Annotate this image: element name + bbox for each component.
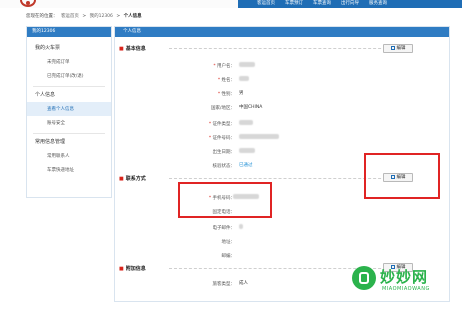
sidebar-header: 我的12306 (27, 27, 111, 37)
sidebar-item-delivery-address[interactable]: 车票快递地址 (27, 163, 111, 177)
nav-item-service[interactable]: 服务查询 (364, 0, 392, 8)
field-row-id-type: * 证件类型： (208, 122, 235, 127)
section-marker-icon: ■ (119, 266, 124, 272)
breadcrumb: 您现在的位置： 客运首页 > 我的12306 > 个人信息 (26, 13, 144, 19)
name-value (239, 76, 249, 82)
sidebar-section-personal[interactable]: 个人信息 (27, 87, 111, 102)
sidebar-item-account-security[interactable]: 账号安全 (27, 116, 111, 130)
basic-info-edit-button[interactable]: 编辑 (383, 44, 413, 53)
sidebar-section-common-info[interactable]: 常用信息管理 (27, 134, 111, 149)
field-row-gender: * 性别： (217, 92, 235, 97)
required-marker: * (217, 78, 221, 83)
nav-item-home[interactable]: 客运首页 (252, 0, 280, 8)
field-row-postcode: 邮编： (221, 254, 236, 259)
username-value (239, 62, 255, 68)
breadcrumb-prefix: 您现在的位置： (26, 14, 58, 19)
section-divider (169, 48, 401, 49)
contact-title: ■ 联系方式 (119, 176, 146, 182)
top-nav: 客运首页 车票预订 车票查询 出行向导 服务查询 (238, 0, 462, 8)
edit-icon (390, 45, 395, 50)
breadcrumb-separator: > (82, 14, 87, 19)
field-row-verify-status: 核验状态： (212, 164, 236, 169)
required-marker: * (208, 136, 212, 141)
sidebar-section-tickets[interactable]: 我的火车票 (27, 37, 111, 55)
field-row-email: 电子邮件： (212, 226, 236, 231)
required-marker: * (213, 64, 216, 69)
field-row-birthdate: 出生日期： (212, 150, 236, 155)
id-number-value (239, 134, 279, 140)
field-row-country: 国家/地区： (210, 106, 235, 111)
railway-logo[interactable] (20, 0, 36, 7)
verify-status-value: 已通过 (239, 163, 253, 168)
watermark-icon (352, 266, 376, 290)
email-value (239, 224, 243, 230)
watermark-brand: 妙妙网 (380, 268, 429, 286)
basic-info-title: ■ 基本信息 (119, 46, 146, 52)
sidebar-item-unfinished-orders[interactable]: 未完成订单 (27, 55, 111, 69)
section-marker-icon: ■ (119, 176, 124, 182)
section-marker-icon: ■ (119, 46, 124, 52)
breadcrumb-current: 个人信息 (123, 14, 142, 19)
watermark-subtitle: MIAOMIAOWANG (382, 286, 430, 292)
id-type-value (239, 120, 253, 126)
gender-value: 男 (239, 91, 244, 96)
highlight-box-edit (364, 153, 440, 199)
breadcrumb-home-link[interactable]: 客运首页 (61, 14, 79, 19)
breadcrumb-mine-link[interactable]: 我的12306 (90, 14, 113, 19)
panel-header: 个人信息 (115, 27, 449, 37)
nav-item-query[interactable]: 车票查询 (308, 0, 336, 8)
sidebar-item-view-profile[interactable]: 查看个人信息 (27, 102, 111, 116)
field-row-passenger-type: 旅客类型： (212, 282, 236, 287)
birthdate-value (239, 148, 255, 154)
extra-info-title: ■ 附加信息 (119, 266, 146, 272)
field-row-id-number: * 证件号码： (208, 136, 235, 141)
logo-dot (26, 1, 30, 5)
watermark-logo: 妙妙网 MIAOMIAOWANG (350, 262, 462, 310)
sidebar-item-finished-orders[interactable]: 已完成订单(改/退) (27, 69, 111, 83)
nav-item-booking[interactable]: 车票预订 (280, 0, 308, 8)
sidebar-item-contacts[interactable]: 常用联系人 (27, 149, 111, 163)
breadcrumb-separator: > (116, 14, 121, 19)
highlight-box-mobile (178, 182, 272, 218)
country-value: 中国CHINA (239, 105, 263, 110)
required-marker: * (217, 92, 221, 97)
required-marker: * (208, 122, 212, 127)
field-row-name: * 姓名： (217, 78, 235, 83)
nav-item-guide[interactable]: 出行向导 (336, 0, 364, 8)
field-row-username: * 用户名： (213, 64, 235, 69)
field-row-address: 地址： (221, 240, 236, 245)
sidebar: 我的12306 我的火车票 未完成订单 已完成订单(改/退) 个人信息 查看个人… (26, 26, 112, 198)
passenger-type-value: 成人 (239, 281, 248, 286)
